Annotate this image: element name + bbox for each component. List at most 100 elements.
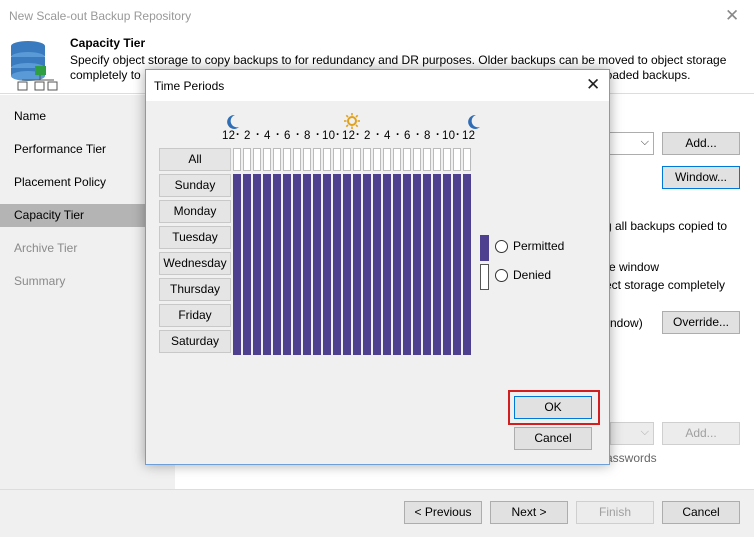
schedule-cell[interactable]	[383, 174, 391, 200]
schedule-cell[interactable]	[443, 278, 451, 304]
schedule-cell[interactable]	[243, 226, 251, 252]
schedule-cell[interactable]	[363, 226, 371, 252]
schedule-cell[interactable]	[403, 330, 411, 355]
schedule-cell[interactable]	[293, 330, 301, 355]
schedule-cell[interactable]	[333, 200, 341, 226]
schedule-cell[interactable]	[373, 174, 381, 200]
schedule-cell[interactable]	[353, 252, 361, 278]
schedule-cell[interactable]	[393, 174, 401, 200]
schedule-cell[interactable]	[343, 304, 351, 330]
schedule-cell[interactable]	[433, 304, 441, 330]
schedule-cell[interactable]	[343, 278, 351, 304]
schedule-cell[interactable]	[313, 174, 321, 200]
schedule-cell[interactable]	[403, 304, 411, 330]
schedule-cell[interactable]	[243, 252, 251, 278]
schedule-cell[interactable]	[263, 252, 271, 278]
schedule-cell[interactable]	[393, 252, 401, 278]
hour-column-header[interactable]	[323, 148, 331, 171]
schedule-cell[interactable]	[293, 278, 301, 304]
schedule-cell[interactable]	[263, 304, 271, 330]
schedule-cell[interactable]	[253, 330, 261, 355]
hour-column-header[interactable]	[363, 148, 371, 171]
schedule-cell[interactable]	[303, 278, 311, 304]
hour-column-header[interactable]	[453, 148, 461, 171]
schedule-cell[interactable]	[393, 226, 401, 252]
schedule-cell[interactable]	[453, 226, 461, 252]
hour-column-header[interactable]	[433, 148, 441, 171]
schedule-cell[interactable]	[313, 226, 321, 252]
schedule-cell[interactable]	[323, 304, 331, 330]
schedule-cell[interactable]	[273, 304, 281, 330]
schedule-cell[interactable]	[403, 278, 411, 304]
schedule-cell[interactable]	[303, 252, 311, 278]
schedule-cell[interactable]	[233, 330, 241, 355]
schedule-cell[interactable]	[253, 304, 261, 330]
schedule-cell[interactable]	[383, 252, 391, 278]
schedule-cell[interactable]	[373, 304, 381, 330]
schedule-cell[interactable]	[403, 252, 411, 278]
wizard-close-icon[interactable]: ✕	[725, 6, 739, 26]
schedule-cell[interactable]	[293, 174, 301, 200]
schedule-cell[interactable]	[303, 174, 311, 200]
schedule-cell[interactable]	[423, 174, 431, 200]
schedule-cell[interactable]	[383, 304, 391, 330]
schedule-cell[interactable]	[293, 200, 301, 226]
schedule-cell[interactable]	[263, 330, 271, 355]
schedule-cell[interactable]	[453, 174, 461, 200]
schedule-cell[interactable]	[423, 226, 431, 252]
schedule-cell[interactable]	[283, 252, 291, 278]
schedule-cell[interactable]	[323, 330, 331, 355]
hour-column-header[interactable]	[263, 148, 271, 171]
ok-button[interactable]: OK	[514, 396, 592, 419]
schedule-cell[interactable]	[283, 226, 291, 252]
schedule-cell[interactable]	[253, 252, 261, 278]
schedule-cell[interactable]	[393, 304, 401, 330]
day-button-friday[interactable]: Friday	[159, 304, 231, 327]
schedule-cell[interactable]	[353, 330, 361, 355]
schedule-cell[interactable]	[343, 200, 351, 226]
hour-column-header[interactable]	[463, 148, 471, 171]
day-button-monday[interactable]: Monday	[159, 200, 231, 223]
schedule-cell[interactable]	[243, 200, 251, 226]
hour-column-header[interactable]	[313, 148, 321, 171]
schedule-cell[interactable]	[243, 278, 251, 304]
schedule-cell[interactable]	[273, 200, 281, 226]
schedule-cell[interactable]	[323, 174, 331, 200]
schedule-cell[interactable]	[283, 278, 291, 304]
schedule-cell[interactable]	[463, 226, 471, 252]
schedule-cell[interactable]	[463, 278, 471, 304]
schedule-cell[interactable]	[443, 330, 451, 355]
schedule-cell[interactable]	[233, 304, 241, 330]
schedule-cell[interactable]	[253, 200, 261, 226]
override-button[interactable]: Override...	[662, 311, 740, 334]
schedule-cell[interactable]	[463, 174, 471, 200]
finish-button[interactable]: Finish	[576, 501, 654, 524]
next-button[interactable]: Next >	[490, 501, 568, 524]
schedule-cell[interactable]	[433, 278, 441, 304]
schedule-cell[interactable]	[463, 330, 471, 355]
schedule-cell[interactable]	[323, 226, 331, 252]
hour-column-header[interactable]	[333, 148, 341, 171]
schedule-cell[interactable]	[283, 200, 291, 226]
schedule-cell[interactable]	[443, 200, 451, 226]
schedule-cell[interactable]	[383, 200, 391, 226]
schedule-cell[interactable]	[363, 304, 371, 330]
schedule-cell[interactable]	[373, 200, 381, 226]
hour-column-header[interactable]	[413, 148, 421, 171]
schedule-cell[interactable]	[453, 304, 461, 330]
schedule-cell[interactable]	[403, 200, 411, 226]
schedule-cell[interactable]	[323, 278, 331, 304]
schedule-cell[interactable]	[333, 278, 341, 304]
schedule-cell[interactable]	[233, 226, 241, 252]
day-button-wednesday[interactable]: Wednesday	[159, 252, 231, 275]
schedule-cell[interactable]	[353, 304, 361, 330]
schedule-cell[interactable]	[453, 252, 461, 278]
add-key-button[interactable]: Add...	[662, 422, 740, 445]
schedule-cell[interactable]	[393, 200, 401, 226]
previous-button[interactable]: < Previous	[404, 501, 482, 524]
schedule-cell[interactable]	[463, 304, 471, 330]
day-button-sunday[interactable]: Sunday	[159, 174, 231, 197]
schedule-cell[interactable]	[423, 278, 431, 304]
schedule-cell[interactable]	[423, 330, 431, 355]
day-button-saturday[interactable]: Saturday	[159, 330, 231, 353]
